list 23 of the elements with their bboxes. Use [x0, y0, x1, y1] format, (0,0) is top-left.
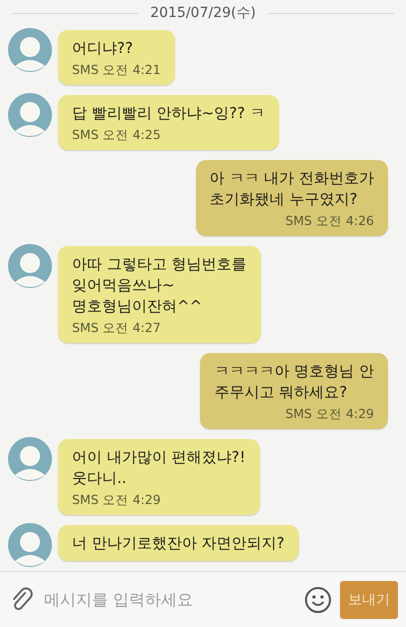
message-text: ㅋㅋㅋㅋ아 명호형님 안 주무시고 뭐하세요? [214, 361, 374, 403]
message-text: 어이 내가많이 편해졌냐?! 웃다니.. [72, 447, 246, 489]
message-text: 어디냐?? [72, 38, 134, 59]
message-text: 답 빨리빨리 안하냐~잉?? ㅋ [72, 103, 265, 124]
avatar-icon [8, 244, 52, 288]
avatar-icon [8, 93, 52, 137]
message-input[interactable]: 메시지를 입력하세요 [42, 589, 296, 610]
message-time: SMS 오전 4:21 [72, 62, 161, 78]
message-time: SMS 오전 4:29 [284, 406, 374, 422]
message-text: 아따 그렇타고 형님번호를 잊어먹음쓰나~ 명호형님이잔혀^^ [72, 254, 247, 317]
avatar-icon [8, 28, 52, 72]
message-time: SMS 오전 4:29 [72, 492, 162, 508]
smiley-icon[interactable] [304, 586, 332, 614]
date-divider: 2015/07/29(수) [150, 4, 256, 22]
message-time: SMS 오전 4:26 [284, 213, 374, 229]
avatar-icon [8, 523, 52, 567]
message-time: SMS 오전 4:27 [72, 320, 162, 336]
send-button[interactable]: 보내기 [340, 580, 398, 618]
message-text: 아 ㅋㅋ 내가 전화번호가 초기화됐네 누구였지? [210, 168, 374, 210]
attachment-icon[interactable] [10, 586, 34, 612]
message-text: 너 만나기로했잔아 자면안되지? [72, 533, 284, 554]
message-time: SMS 오전 4:25 [72, 127, 162, 143]
avatar-icon [8, 437, 52, 481]
